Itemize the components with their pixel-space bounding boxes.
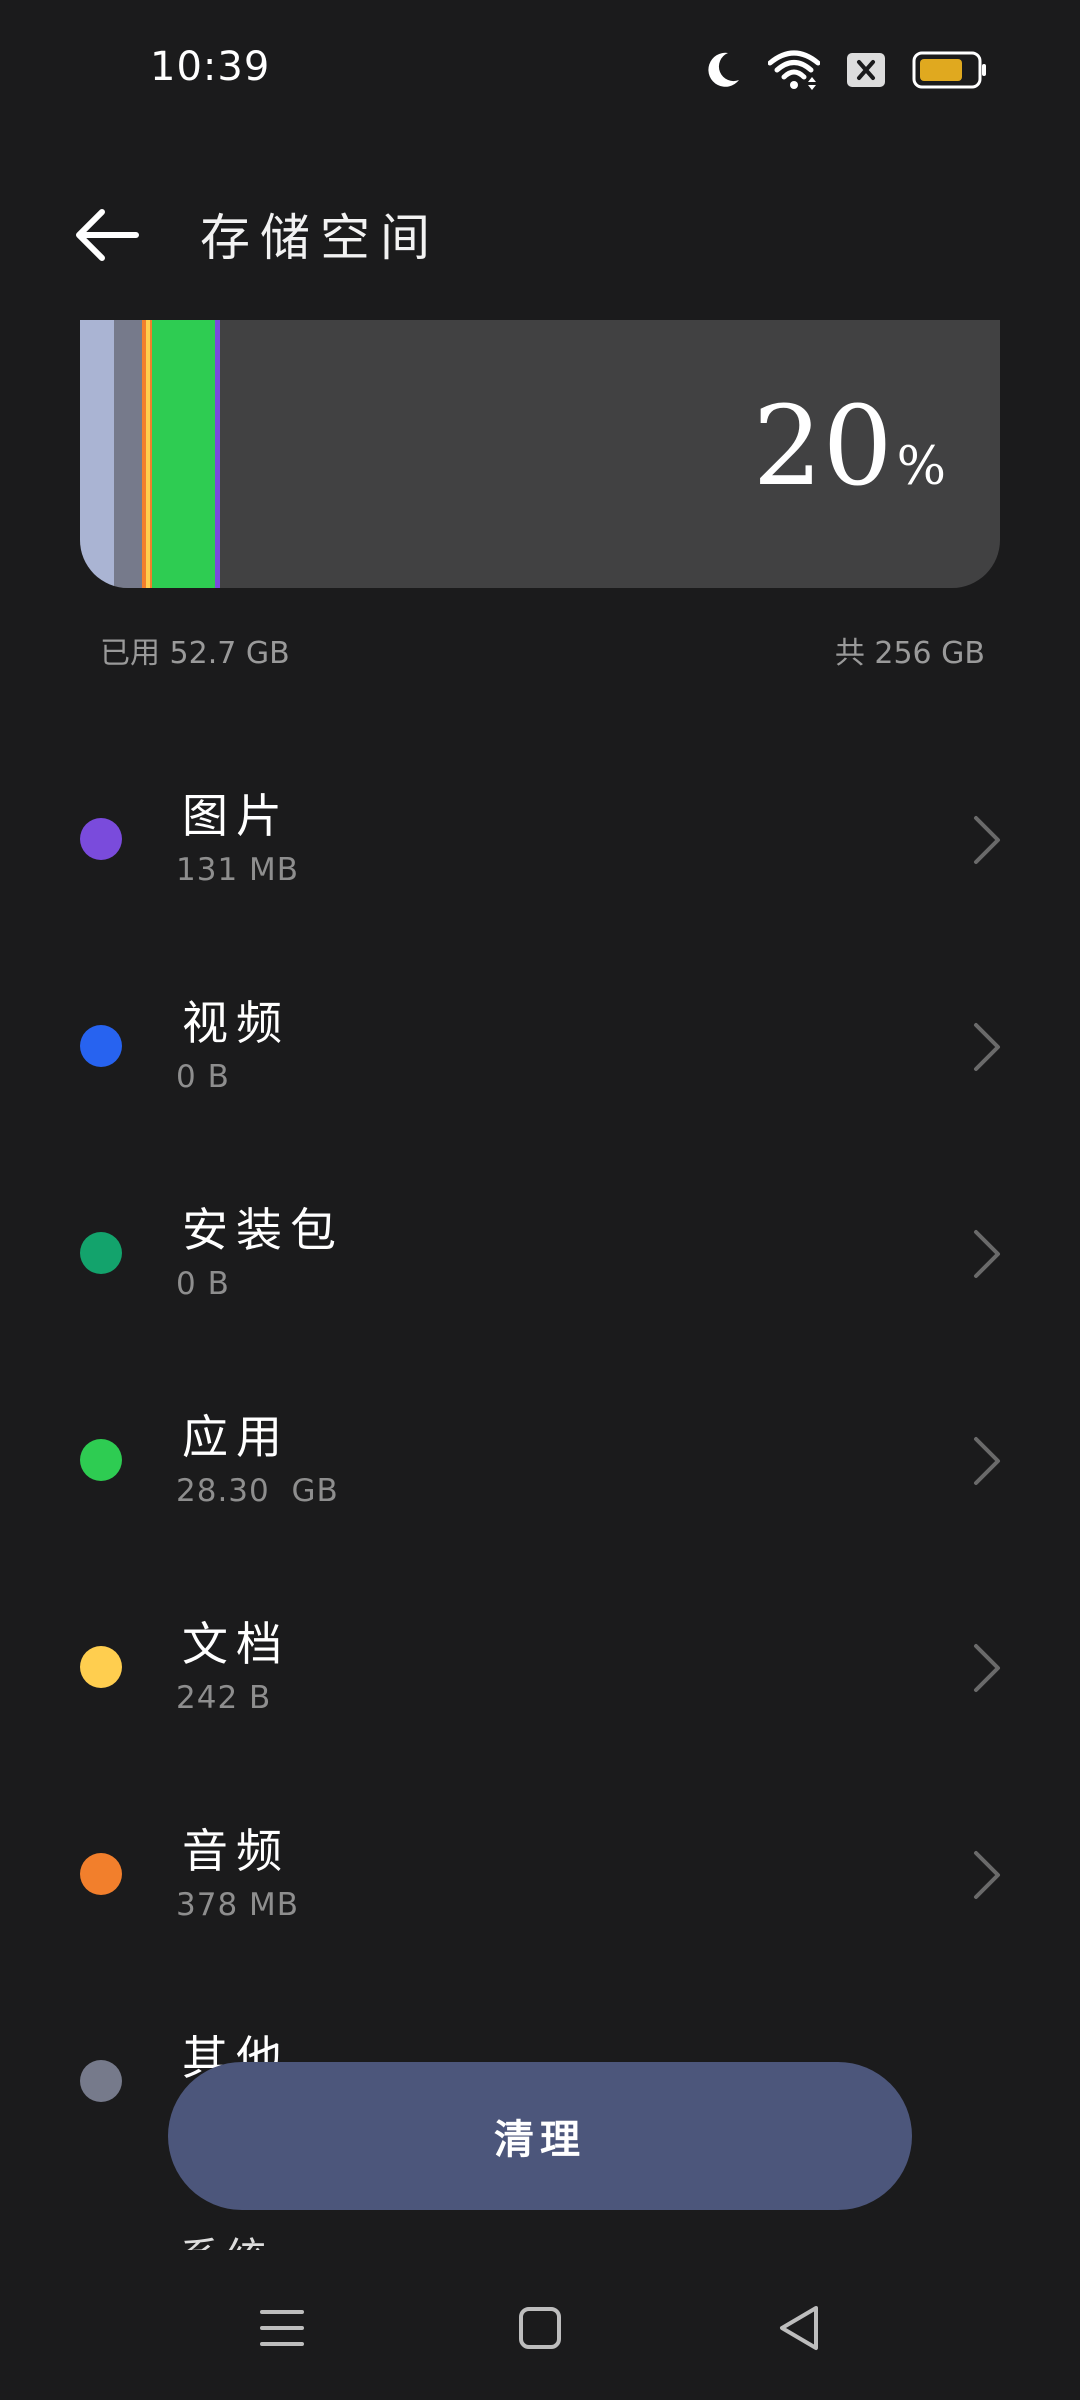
category-size: 0 B [176,1059,230,1095]
category-row-audio[interactable]: 音频 378 MB [0,1775,1080,1982]
segment-apps [152,320,215,588]
category-size: 378 MB [176,1887,300,1923]
menu-icon[interactable] [252,2298,312,2358]
category-row-images[interactable]: 图片 131 MB [0,740,1080,947]
category-list: 图片 131 MB 视频 0 B 安装包 0 B 应用 28.30 GB 文档 … [0,740,1080,2189]
category-size: 242 B [176,1680,272,1716]
category-title: 文档 [182,1617,290,1671]
back-triangle-icon[interactable] [770,2298,830,2358]
total-space-label: 共 256 GB [834,636,985,671]
storage-usage-bar: 20% [80,320,1000,588]
used-space-label: 已用 52.7 GB [100,636,290,671]
category-size: 28.30 GB [176,1473,339,1509]
page-title: 存储空间 [200,209,440,267]
segment-b [114,320,142,588]
segment-a [80,320,114,588]
chevron-right-icon [972,1849,1002,1901]
category-row-videos[interactable]: 视频 0 B [0,947,1080,1154]
status-time: 10:39 [150,44,271,90]
category-title: 视频 [182,996,290,1050]
home-icon[interactable] [510,2298,570,2358]
chevron-right-icon [972,1642,1002,1694]
chevron-right-icon [972,814,1002,866]
category-dot [80,1232,122,1274]
category-dot [80,2060,122,2102]
wifi-icon [768,49,820,91]
category-dot [80,1853,122,1895]
category-title: 音频 [182,1824,290,1878]
usage-percent-value: 20 [752,382,893,510]
chevron-right-icon [972,1021,1002,1073]
storage-segments [80,320,220,588]
category-row-apps[interactable]: 应用 28.30 GB [0,1361,1080,1568]
segment-f [215,320,220,588]
category-row-packages[interactable]: 安装包 0 B [0,1154,1080,1361]
clean-button[interactable]: 清理 [168,2062,912,2210]
chevron-right-icon [972,1228,1002,1280]
navigation-bar [0,2258,1080,2400]
category-title: 安装包 [182,1203,344,1257]
back-arrow-icon[interactable] [72,200,142,270]
category-title-partial: 系统 [180,2228,272,2250]
category-row-documents[interactable]: 文档 242 B [0,1568,1080,1775]
usage-percent-sign: % [896,437,946,497]
category-title: 应用 [182,1410,290,1464]
status-bar: 10:39 [0,0,1080,120]
status-icons [706,48,988,92]
category-title: 图片 [182,789,290,843]
battery-icon [912,50,988,90]
chevron-right-icon [972,1435,1002,1487]
category-dot [80,1439,122,1481]
app-bar: 存储空间 [0,120,1080,320]
category-dot [80,1646,122,1688]
category-size: 131 MB [176,852,300,888]
battery-level [920,59,962,81]
category-size: 0 B [176,1266,230,1302]
storage-screen: 10:39 存储空间 20% 已用 52.7 GB 共 256 GB 图片 13… [0,0,1080,2400]
usage-percent: 20% [753,382,946,510]
sim-disabled-icon [846,52,886,88]
moon-icon [706,50,742,90]
category-dot [80,818,122,860]
category-dot [80,1025,122,1067]
